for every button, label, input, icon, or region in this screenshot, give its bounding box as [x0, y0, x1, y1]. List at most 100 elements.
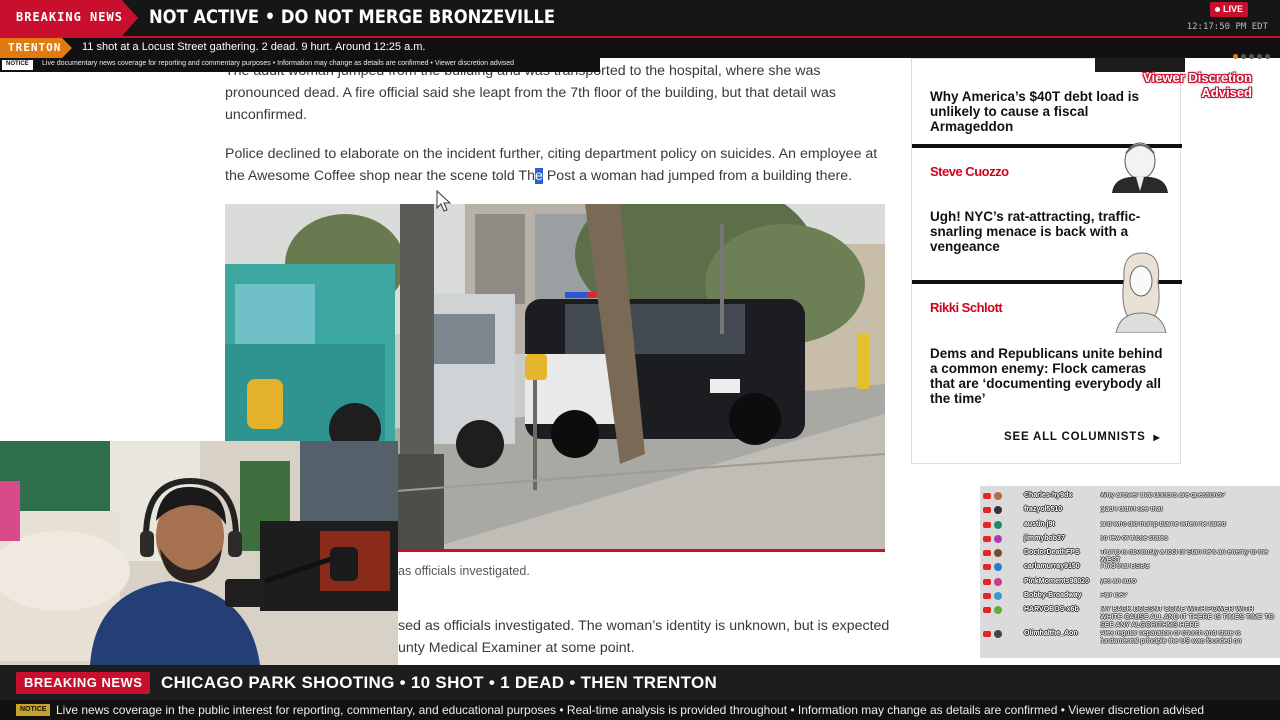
paragraph-3-line-1: sed as officials investigated. The woman…: [398, 618, 890, 634]
chat-text: Why answer that doctors are questions?: [1100, 492, 1225, 499]
article-paragraph-2: Police declined to elaborate on the inci…: [225, 143, 885, 187]
user-avatar: [994, 592, 1002, 601]
top-breaking-bar: BREAKING NEWS NOT ACTIVE • DO NOT MERGE …: [0, 0, 1280, 36]
chat-message: frazyol5510 glad I didn't see that: [980, 504, 1280, 518]
sidebar-headline-3[interactable]: Dems and Republicans unite behind a comm…: [930, 346, 1170, 406]
chat-message: Olimhalthe_Aon Alex regular separation of…: [980, 628, 1280, 652]
user-avatar: [994, 606, 1002, 615]
chat-text: Fair ice?: [1100, 592, 1127, 600]
viewer-discretion-overlay: Viewer Discretion Advised: [1143, 70, 1252, 100]
triangle-right-icon: ▶: [1153, 433, 1161, 442]
chat-message: Charles-hy9dx Why answer that doctors are…: [980, 490, 1280, 504]
pager-dot-icon: [1249, 54, 1254, 59]
broadcast-clock: 12:17:50 PM EDT: [1186, 22, 1268, 32]
location-tag: TRENTON: [0, 38, 72, 58]
chat-message: carlamurray9150 I find that BSBC: [980, 561, 1280, 575]
youtube-icon: [983, 493, 991, 499]
columnists-sidebar: Why America’s $40T debt load is unlikely…: [911, 58, 1182, 464]
location-tag-label: TRENTON: [8, 41, 62, 54]
pager-dot-icon: [1257, 54, 1262, 59]
secondary-ticker: TRENTON 11 shot at a Locust Street gathe…: [0, 36, 1280, 59]
streamer-webcam: [0, 441, 398, 665]
pager-dot-icon: [1265, 54, 1270, 59]
pager-dot-icon: [1233, 54, 1238, 59]
youtube-icon: [983, 593, 991, 600]
bottom-breaking-bar: BREAKING NEWS CHICAGO PARK SHOOTING • 10…: [0, 665, 1280, 700]
breaking-news-tag: BREAKING NEWS: [0, 0, 138, 36]
user-avatar: [994, 563, 1002, 572]
youtube-icon: [983, 578, 991, 585]
text-selection[interactable]: e: [534, 168, 543, 184]
live-label: LIVE: [1222, 4, 1243, 14]
webcam-feed-image: [0, 441, 398, 665]
chat-message: DoctorDeathFPS Trump is obviously a tool …: [980, 547, 1280, 564]
bottom-headline: CHICAGO PARK SHOOTING • 10 SHOT • 1 DEAD…: [161, 673, 718, 692]
top-headline: NOT ACTIVE • DO NOT MERGE BRONZEVILLE: [149, 6, 556, 28]
caption-divider: [398, 549, 885, 552]
see-all-columnists-link[interactable]: SEE ALL COLUMNISTS ▶: [1004, 431, 1161, 443]
article-paragraph-3: sed as officials investigated. The woman…: [398, 615, 890, 659]
user-avatar: [994, 492, 1002, 500]
bottom-breaking-tag: BREAKING NEWS: [16, 672, 151, 694]
user-avatar: [994, 630, 1002, 639]
youtube-icon: [983, 550, 991, 557]
breaking-news-label: BREAKING NEWS: [16, 10, 123, 24]
notice-tag: NOTICE: [2, 60, 33, 70]
ticker-pager: [1230, 46, 1270, 64]
user-avatar: [994, 520, 1002, 529]
chat-text: I find that BSBC: [1100, 563, 1150, 571]
chat-username: PinkMoments98020: [1024, 577, 1089, 585]
youtube-icon: [983, 535, 991, 542]
chat-text: MY BACK DOESNT COME WITH POWER WITH WHIT…: [1100, 606, 1275, 630]
live-chat-overlay: Charles-hy9dx Why answer that doctors are…: [980, 486, 1280, 658]
live-badge: LIVE: [1210, 2, 1248, 17]
chat-message: jimmybob37 so few of those states: [980, 533, 1280, 547]
chat-message: austin j9t and who did trump blame when h…: [980, 519, 1280, 533]
photo-caption: as officials investigated.: [398, 564, 530, 578]
chat-username: Charles-hy9dx: [1024, 492, 1073, 499]
live-dot-icon: [1214, 7, 1220, 13]
user-avatar: [994, 506, 1002, 515]
user-avatar: [994, 577, 1002, 586]
chat-username: HARVOBOS-x6b: [1024, 606, 1079, 614]
youtube-icon: [983, 507, 991, 514]
youtube-icon: [983, 631, 991, 638]
chat-text: yes an auto: [1100, 577, 1137, 585]
chat-username: DoctorDeathFPS: [1024, 549, 1080, 557]
user-avatar: [994, 534, 1002, 543]
bottom-notice-tag: NOTICE: [16, 704, 51, 716]
youtube-icon: [983, 521, 991, 528]
columnist-name-1[interactable]: Steve Cuozzo: [930, 164, 1009, 179]
chat-message: HARVOBOS-x6b MY BACK DOESNT COME WITH POW…: [980, 604, 1280, 630]
chat-message: PinkMoments98020 yes an auto: [980, 576, 1280, 590]
portrait-illustration: [1115, 252, 1167, 333]
chat-username: Olimhalthe_Aon: [1024, 630, 1078, 638]
article-body: The adult woman jumped from the building…: [225, 60, 885, 204]
chat-username: Bobby-Broadway: [1024, 592, 1082, 600]
chat-username: jimmybob37: [1024, 534, 1065, 542]
sidebar-headline-2[interactable]: Ugh! NYC’s rat-attracting, traffic-snarl…: [930, 209, 1170, 254]
chat-username: frazyol5510: [1024, 506, 1063, 514]
columnist-portrait-2[interactable]: [1102, 249, 1178, 333]
see-all-label: SEE ALL COLUMNISTS: [1004, 431, 1146, 443]
columnist-portrait-1[interactable]: [1102, 135, 1178, 193]
mouse-pointer-icon: [436, 189, 452, 217]
portrait-illustration: [1112, 142, 1168, 193]
notice-text: Live documentary news coverage for repor…: [42, 60, 515, 67]
chat-message: Bobby-Broadway Fair ice?: [980, 590, 1280, 604]
bottom-notice-strip: NOTICE Live news coverage in the public …: [0, 700, 1280, 720]
pager-dot-icon: [1241, 54, 1246, 59]
notice-strip: NOTICE Live documentary news coverage fo…: [0, 58, 600, 72]
user-avatar: [994, 549, 1002, 558]
chat-text: so few of those states: [1100, 534, 1168, 542]
ticker-text: 11 shot at a Locust Street gathering. 2 …: [82, 41, 426, 53]
chat-text: Alex regular separation of church and st…: [1100, 630, 1242, 646]
chat-username: austin j9t: [1024, 520, 1055, 528]
youtube-icon: [983, 607, 991, 614]
chat-text: glad I didn't see that: [1100, 506, 1163, 514]
paragraph-2-text-end: Post a woman had jumped from a building …: [542, 168, 853, 184]
bottom-notice-text: Live news coverage in the public interes…: [56, 703, 1205, 717]
columnist-name-2[interactable]: Rikki Schlott: [930, 300, 1003, 315]
youtube-icon: [983, 564, 991, 571]
chat-text: and who did trump blame when he failed: [1100, 520, 1226, 528]
